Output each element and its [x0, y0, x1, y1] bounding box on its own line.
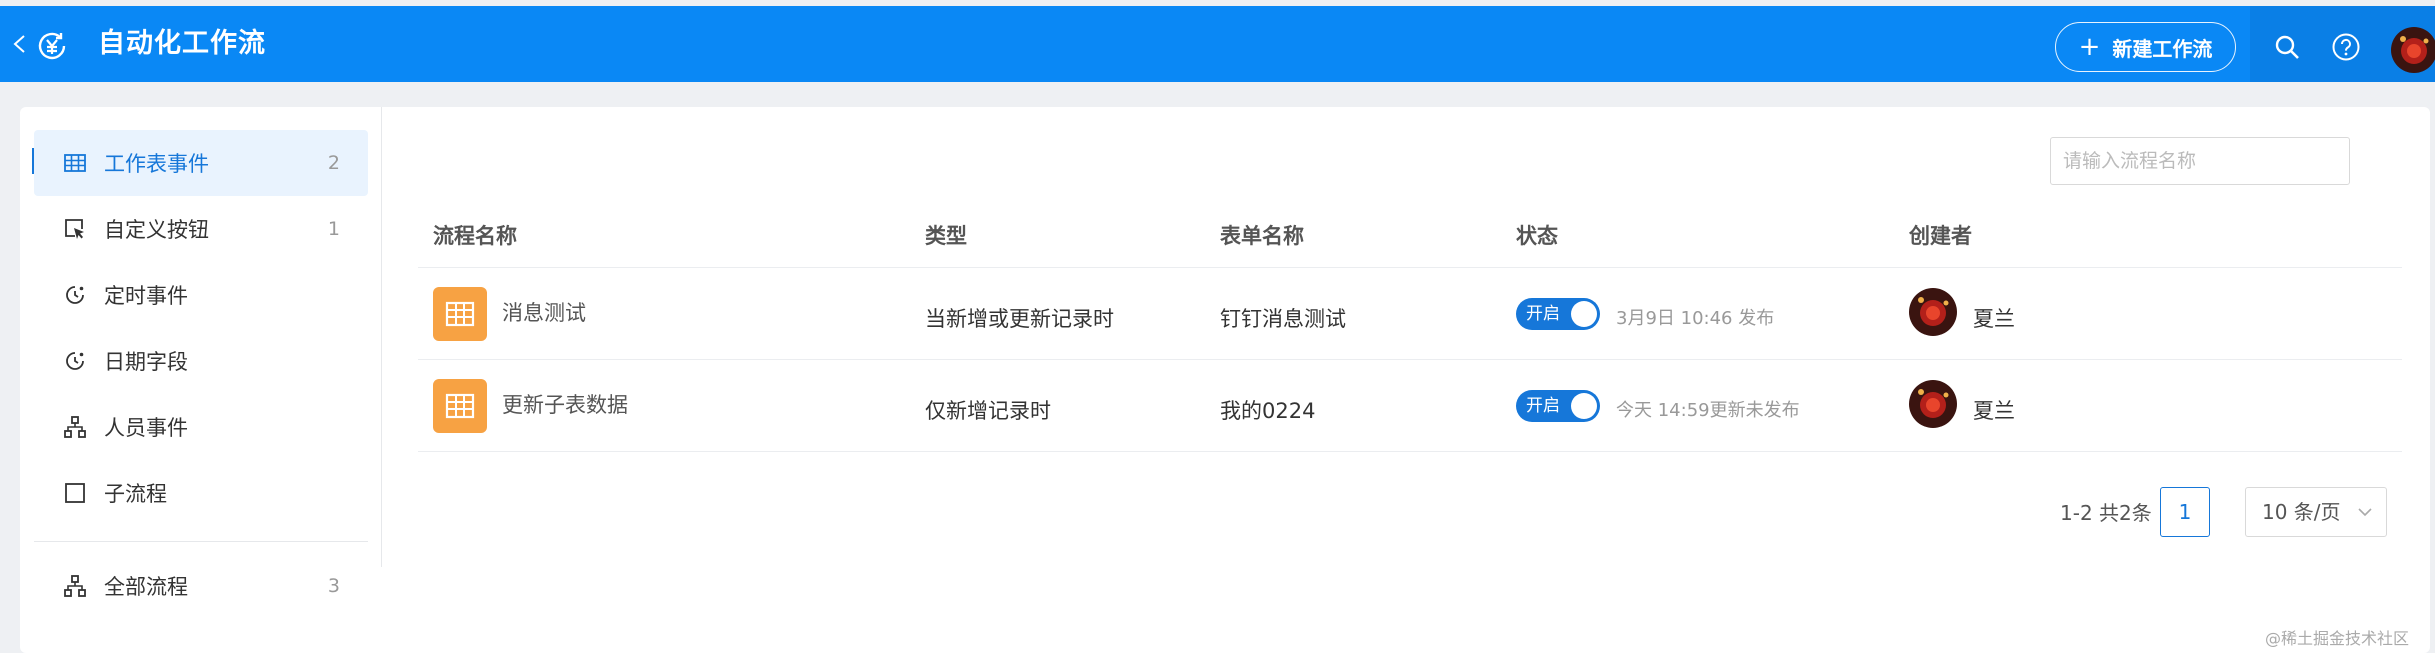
table-divider — [418, 359, 2402, 360]
workflow-form: 钉钉消息测试 — [1220, 307, 1346, 331]
org-chart-icon — [64, 416, 86, 438]
sidebar-item-label: 定时事件 — [104, 284, 188, 308]
watermark: @稀土掘金技术社区 — [2265, 629, 2410, 648]
page-title: 自动化工作流 — [98, 28, 266, 59]
table-divider — [418, 451, 2402, 452]
column-header-name: 流程名称 — [433, 224, 517, 248]
square-icon — [65, 483, 85, 503]
org-chart-icon — [64, 575, 86, 597]
table-divider — [418, 267, 2402, 268]
main-card: 工作表事件 2 自定义按钮 1 定时事件 日期字段 人员事件 子流程 全部流程 … — [20, 107, 2430, 653]
column-header-type: 类型 — [925, 224, 967, 248]
table-icon — [64, 154, 86, 172]
sidebar-item-member-events[interactable]: 人员事件 — [34, 394, 368, 460]
sidebar-item-label: 全部流程 — [104, 575, 188, 599]
page-size-label: 10 条/页 — [2262, 500, 2341, 524]
sidebar-item-scheduled-events[interactable]: 定时事件 — [34, 262, 368, 328]
workflow-form: 我的0224 — [1220, 399, 1316, 423]
sidebar-item-label: 日期字段 — [104, 350, 188, 374]
status-toggle[interactable]: 开启 — [1516, 390, 1600, 422]
new-workflow-label: 新建工作流 — [2112, 36, 2213, 61]
column-header-status: 状态 — [1516, 224, 1558, 248]
status-toggle[interactable]: 开启 — [1516, 298, 1600, 330]
creator-avatar — [1909, 288, 1957, 336]
toggle-label: 开启 — [1526, 396, 1560, 416]
status-note: 今天 14:59更新未发布 — [1616, 400, 1800, 421]
clock-icon — [66, 352, 84, 370]
plus-icon: + — [2078, 32, 2101, 62]
sidebar-item-custom-button[interactable]: 自定义按钮 1 — [34, 196, 368, 262]
search-icon[interactable] — [2274, 34, 2300, 60]
sidebar-item-label: 子流程 — [104, 482, 167, 506]
sidebar-item-all-workflows[interactable]: 全部流程 3 — [34, 553, 368, 619]
sidebar-item-date-field[interactable]: 日期字段 — [34, 328, 368, 394]
column-header-form: 表单名称 — [1220, 224, 1304, 248]
workflow-type: 当新增或更新记录时 — [925, 307, 1114, 331]
status-note: 3月9日 10:46 发布 — [1616, 308, 1775, 329]
pagination-page-button[interactable]: 1 — [2160, 487, 2210, 537]
sidebar-item-count: 1 — [327, 218, 340, 240]
help-icon[interactable] — [2331, 32, 2361, 62]
top-bar: 自动化工作流 + 新建工作流 — [0, 6, 2435, 82]
pagination-total: 1-2 共2条 — [2060, 501, 2152, 525]
sidebar: 工作表事件 2 自定义按钮 1 定时事件 日期字段 人员事件 子流程 全部流程 … — [20, 107, 382, 599]
user-avatar[interactable] — [2391, 27, 2435, 73]
creator-name: 夏兰 — [1973, 399, 2015, 423]
toggle-label: 开启 — [1526, 304, 1560, 324]
cursor-click-icon — [65, 219, 84, 239]
workflow-sheet-icon — [433, 379, 487, 433]
new-workflow-button[interactable]: + 新建工作流 — [2055, 22, 2236, 72]
workflow-name[interactable]: 消息测试 — [502, 297, 586, 327]
workflow-app-icon — [38, 32, 66, 60]
clock-icon — [66, 286, 84, 304]
workflow-name[interactable]: 更新子表数据 — [502, 389, 628, 419]
sidebar-item-label: 工作表事件 — [104, 152, 209, 176]
sidebar-item-label: 自定义按钮 — [104, 218, 209, 242]
sidebar-divider — [34, 541, 368, 542]
chevron-down-icon — [2358, 508, 2372, 517]
back-icon[interactable] — [10, 32, 28, 56]
toggle-knob — [1571, 393, 1597, 419]
creator-avatar — [1909, 380, 1957, 428]
sidebar-item-sheet-events[interactable]: 工作表事件 2 — [34, 130, 368, 196]
sidebar-item-label: 人员事件 — [104, 416, 188, 440]
page-size-select[interactable]: 10 条/页 — [2245, 487, 2387, 537]
workflow-sheet-icon — [433, 287, 487, 341]
sidebar-item-count: 3 — [327, 575, 340, 597]
sidebar-item-subprocess[interactable]: 子流程 — [34, 460, 368, 526]
workflow-type: 仅新增记录时 — [925, 399, 1051, 423]
column-header-creator: 创建者 — [1909, 224, 1972, 248]
toggle-knob — [1571, 301, 1597, 327]
workflow-search-input[interactable] — [2050, 137, 2350, 185]
sidebar-item-count: 2 — [327, 152, 340, 174]
creator-name: 夏兰 — [1973, 307, 2015, 331]
